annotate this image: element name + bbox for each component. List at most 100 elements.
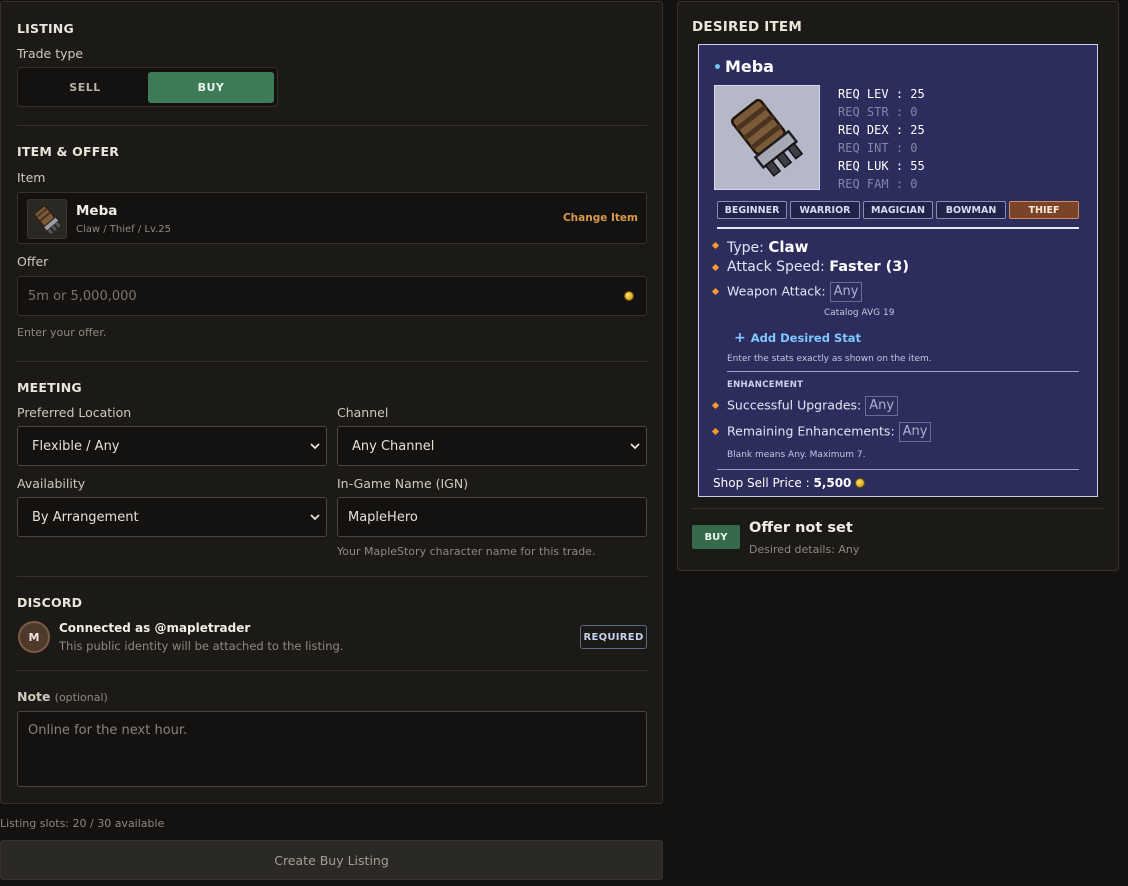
- item-name: Meba: [76, 203, 118, 219]
- location-label: Preferred Location: [17, 405, 132, 420]
- ign-input[interactable]: [337, 497, 647, 537]
- divider: [692, 508, 1104, 509]
- sell-button[interactable]: SELL: [22, 72, 148, 103]
- req-value: : 0: [895, 141, 918, 155]
- chevron-down-icon: [630, 443, 640, 450]
- req-luk: REQ LUK : 55: [838, 159, 925, 173]
- location-value: Flexible / Any: [32, 438, 120, 454]
- chevron-down-icon: [310, 514, 320, 521]
- divider: [17, 670, 647, 671]
- divider: [17, 125, 647, 126]
- discord-help: This public identity will be attached to…: [59, 639, 344, 653]
- enh-help: Blank means Any. Maximum 7.: [727, 450, 866, 460]
- req-int: REQ INT : 0: [838, 141, 918, 155]
- req-fam: REQ FAM : 0: [838, 177, 918, 191]
- type-label: Type:: [727, 240, 764, 256]
- channel-select[interactable]: Any Channel: [337, 426, 647, 466]
- ign-help: Your MapleStory character name for this …: [337, 545, 596, 558]
- desired-item-panel: DESIRED ITEM • Meba REQ LEV : 25 REQ STR …: [677, 1, 1119, 571]
- remaining-row: Remaining Enhancements: Any: [727, 422, 932, 442]
- listing-section-title: LISTING: [17, 21, 74, 36]
- shop-price-row: Shop Sell Price : 5,500: [713, 476, 866, 490]
- catalog-avg: Catalog AVG 19: [824, 308, 895, 318]
- enhancement-title: ENHANCEMENT: [727, 380, 804, 390]
- divider: [17, 576, 647, 577]
- availability-select[interactable]: By Arrangement: [17, 497, 327, 537]
- note-label: Note: [17, 689, 51, 704]
- offer-input[interactable]: [18, 277, 608, 315]
- req-lev: REQ LEV : 25: [838, 87, 925, 101]
- chevron-down-icon: [310, 443, 320, 450]
- buy-button[interactable]: BUY: [148, 72, 274, 103]
- req-label: REQ INT: [838, 141, 889, 155]
- job-beginner: BEGINNER: [717, 201, 787, 219]
- meeting-section-title: MEETING: [17, 380, 82, 395]
- divider: [17, 361, 647, 362]
- job-bowman: BOWMAN: [936, 201, 1006, 219]
- remaining-label: Remaining Enhancements:: [727, 423, 895, 439]
- item-meta: Claw / Thief / Lv.25: [76, 224, 172, 235]
- req-label: REQ LUK: [838, 159, 889, 173]
- req-value: : 25: [895, 123, 925, 137]
- bullet-icon: [711, 287, 720, 296]
- discord-connected-text: Connected as @mapletrader: [59, 621, 251, 635]
- item-label: Item: [17, 170, 46, 185]
- upgrades-label: Successful Upgrades:: [727, 397, 862, 413]
- item-tooltip-card: • Meba REQ LEV : 25 REQ STR : 0 REQ DEX :…: [698, 44, 1098, 497]
- stats-help: Enter the stats exactly as shown on the …: [727, 354, 932, 364]
- bullet-icon: [711, 263, 720, 272]
- listing-slots: Listing slots: 20 / 30 available: [0, 817, 165, 830]
- attack-speed-row: Attack Speed: Faster (3): [727, 259, 909, 275]
- req-value: : 25: [895, 87, 925, 101]
- selected-item-card: Meba Claw / Thief / Lv.25 Change Item: [17, 192, 647, 244]
- required-badge: REQUIRED: [580, 625, 647, 649]
- shop-price-value: 5,500: [813, 476, 852, 490]
- trade-type-badge: BUY: [692, 525, 740, 549]
- job-thief: THIEF: [1009, 201, 1079, 219]
- req-value: : 55: [895, 159, 925, 173]
- weapon-attack-label: Weapon Attack:: [727, 283, 826, 299]
- speed-label: Attack Speed:: [727, 259, 825, 275]
- weapon-attack-row: Weapon Attack: Any: [727, 282, 863, 302]
- desired-details: Desired details: Any: [749, 543, 860, 556]
- type-row: Type: Claw: [727, 238, 808, 256]
- listing-form-panel: LISTING Trade type SELL BUY ITEM & OFFER…: [0, 1, 663, 804]
- offer-field: [17, 276, 647, 316]
- meso-coin-icon: [855, 478, 866, 488]
- add-desired-stat-button[interactable]: + Add Desired Stat: [734, 330, 861, 346]
- req-str: REQ STR : 0: [838, 105, 918, 119]
- desired-item-name: • Meba: [713, 57, 774, 76]
- shop-price-label: Shop Sell Price :: [713, 476, 810, 490]
- item-offer-section-title: ITEM & OFFER: [17, 144, 120, 159]
- channel-label: Channel: [337, 405, 389, 420]
- plus-icon: +: [734, 330, 746, 346]
- create-listing-button[interactable]: Create Buy Listing: [0, 840, 663, 880]
- req-label: REQ FAM: [838, 177, 889, 191]
- speed-value: Faster (3): [829, 259, 909, 275]
- ign-label: In-Game Name (IGN): [337, 476, 469, 491]
- req-label: REQ DEX: [838, 123, 889, 137]
- type-value: Claw: [768, 238, 809, 256]
- note-textarea[interactable]: [17, 711, 647, 787]
- change-item-button[interactable]: Change Item: [563, 212, 638, 224]
- claw-item-icon: [27, 199, 67, 239]
- add-stat-label: Add Desired Stat: [750, 331, 861, 345]
- discord-section-title: DISCORD: [17, 595, 83, 610]
- avatar: M: [18, 621, 50, 653]
- card-divider: [727, 371, 1079, 372]
- location-select[interactable]: Flexible / Any: [17, 426, 327, 466]
- job-warrior: WARRIOR: [790, 201, 860, 219]
- offer-label: Offer: [17, 254, 49, 269]
- remaining-input[interactable]: Any: [898, 422, 932, 442]
- desired-item-title: DESIRED ITEM: [692, 19, 802, 35]
- upgrades-row: Successful Upgrades: Any: [727, 396, 899, 416]
- card-divider: [717, 227, 1079, 229]
- card-divider: [717, 469, 1079, 470]
- req-label: REQ LEV: [838, 87, 889, 101]
- weapon-attack-input[interactable]: Any: [829, 282, 863, 302]
- channel-value: Any Channel: [352, 438, 435, 454]
- claw-item-image: [714, 85, 820, 190]
- upgrades-input[interactable]: Any: [865, 396, 899, 416]
- note-label-row: Note (optional): [17, 689, 108, 705]
- desired-item-name-text: Meba: [724, 57, 774, 76]
